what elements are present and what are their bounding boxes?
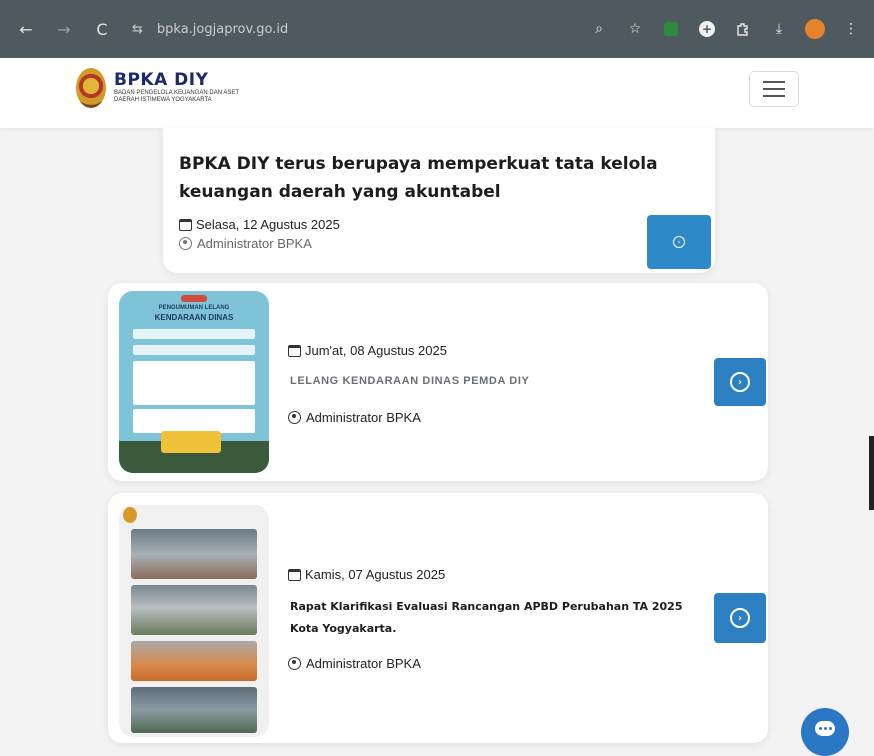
toolbar-actions: ⌕ ☆ + ⤓ ⋮ bbox=[588, 18, 862, 40]
thumbnail-info-box bbox=[133, 409, 255, 433]
hamburger-line bbox=[763, 95, 785, 97]
calendar-icon bbox=[288, 344, 301, 357]
profile-avatar[interactable] bbox=[804, 18, 826, 40]
thumbnail-text-block bbox=[133, 329, 255, 339]
post-thumbnail[interactable]: PENGUMUMAN LELANG KENDARAAN DINAS bbox=[119, 291, 269, 473]
post-card: Kamis, 07 Agustus 2025 Rapat Klarifikasi… bbox=[108, 493, 768, 743]
user-icon bbox=[288, 411, 301, 424]
post-date: Jum'at, 08 Agustus 2025 bbox=[288, 343, 447, 358]
site-settings-icon[interactable]: ⇆ bbox=[132, 22, 143, 37]
url-text: bpka.jogjaprov.go.id bbox=[156, 21, 289, 37]
post-title[interactable]: BPKA DIY terus berupaya memperkuat tata … bbox=[179, 150, 669, 206]
chat-bubble-icon bbox=[815, 720, 835, 736]
thumbnail-photo bbox=[131, 585, 257, 635]
thumbnail-logo bbox=[181, 295, 207, 302]
thumbnail-emblem bbox=[123, 507, 137, 523]
post-date: Selasa, 12 Agustus 2025 bbox=[179, 217, 340, 232]
plus-extension-icon[interactable]: + bbox=[696, 18, 718, 40]
post-date-text: Selasa, 12 Agustus 2025 bbox=[196, 217, 340, 232]
browser-toolbar: ← → C ⇆ bpka.jogjaprov.go.id ⌕ ☆ + ⤓ ⋮ bbox=[0, 0, 874, 58]
read-more-button[interactable]: › bbox=[714, 593, 766, 643]
hamburger-line bbox=[763, 81, 785, 83]
post-thumbnail[interactable] bbox=[119, 505, 269, 737]
calendar-icon bbox=[179, 218, 192, 231]
green-extension-icon[interactable] bbox=[660, 18, 682, 40]
menu-dots-icon[interactable]: ⋮ bbox=[840, 18, 862, 40]
brand-subtitle: BADAN PENGELOLA KEUANGAN DAN ASET DAERAH… bbox=[114, 90, 314, 104]
thumbnail-text-block bbox=[133, 345, 255, 355]
chevron-right-icon: › bbox=[730, 372, 750, 392]
bookmark-star-icon[interactable]: ☆ bbox=[624, 18, 646, 40]
site-header: BPKA DIY BADAN PENGELOLA KEUANGAN DAN AS… bbox=[0, 58, 874, 128]
thumbnail-photo bbox=[131, 529, 257, 579]
thumbnail-info-box bbox=[133, 361, 255, 405]
page-scroll-indicator[interactable] bbox=[869, 436, 874, 510]
extensions-puzzle-icon[interactable] bbox=[732, 18, 754, 40]
thumbnail-photo bbox=[131, 641, 257, 681]
read-more-button[interactable]: › bbox=[714, 358, 766, 406]
post-author: Administrator BPKA bbox=[288, 410, 421, 425]
user-icon bbox=[288, 657, 301, 670]
brand-title[interactable]: BPKA DIY bbox=[114, 70, 208, 90]
post-date-text: Kamis, 07 Agustus 2025 bbox=[305, 567, 446, 582]
thumbnail-heading-small: PENGUMUMAN LELANG bbox=[158, 305, 230, 311]
post-author-text: Administrator BPKA bbox=[306, 410, 421, 425]
brand-subtitle-line2: DAERAH ISTIMEWA YOGYAKARTA bbox=[114, 97, 212, 103]
forward-button[interactable]: → bbox=[50, 15, 78, 43]
user-icon bbox=[179, 237, 192, 250]
read-more-button[interactable]: › bbox=[647, 215, 711, 269]
thumbnail-bus bbox=[161, 431, 221, 453]
post-author-text: Administrator BPKA bbox=[306, 656, 421, 671]
post-date: Kamis, 07 Agustus 2025 bbox=[288, 567, 445, 582]
post-title[interactable]: Rapat Klarifikasi Evaluasi Rancangan APB… bbox=[290, 596, 700, 640]
post-title[interactable]: LELANG KENDARAAN DINAS PEMDA DIY bbox=[290, 375, 529, 387]
hamburger-menu-button[interactable] bbox=[749, 71, 799, 107]
calendar-icon bbox=[288, 568, 301, 581]
post-card: BPKA DIY terus berupaya memperkuat tata … bbox=[163, 128, 715, 273]
brand-subtitle-line1: BADAN PENGELOLA KEUANGAN DAN ASET bbox=[114, 90, 240, 96]
post-card: PENGUMUMAN LELANG KENDARAAN DINAS Jum'at… bbox=[108, 283, 768, 481]
zoom-icon[interactable]: ⌕ bbox=[588, 18, 610, 40]
download-icon[interactable]: ⤓ bbox=[768, 18, 790, 40]
reload-button[interactable]: C bbox=[88, 15, 116, 43]
post-author: Administrator BPKA bbox=[179, 236, 312, 251]
post-author: Administrator BPKA bbox=[288, 656, 421, 671]
chevron-right-icon: › bbox=[673, 236, 685, 248]
post-date-text: Jum'at, 08 Agustus 2025 bbox=[305, 343, 447, 358]
address-bar[interactable]: ⇆ bpka.jogjaprov.go.id bbox=[132, 22, 588, 37]
thumbnail-heading-large: KENDARAAN DINAS bbox=[154, 313, 234, 322]
chevron-right-icon: › bbox=[730, 608, 750, 628]
post-author-text: Administrator BPKA bbox=[197, 236, 312, 251]
logo-emblem-icon[interactable] bbox=[76, 68, 106, 108]
thumbnail-photo bbox=[131, 687, 257, 733]
back-button[interactable]: ← bbox=[12, 15, 40, 43]
hamburger-line bbox=[763, 88, 785, 90]
